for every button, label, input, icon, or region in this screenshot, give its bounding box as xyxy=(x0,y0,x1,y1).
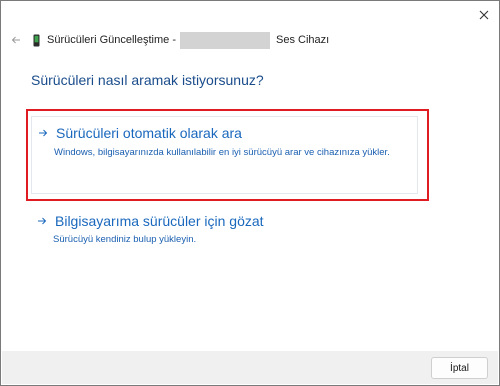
back-button[interactable] xyxy=(9,33,23,47)
dialog-title-prefix: Sürücüleri Güncelleştime - xyxy=(47,34,176,46)
dialog-title-suffix: Ses Cihazı xyxy=(276,34,330,46)
close-icon xyxy=(479,10,489,20)
arrow-right-icon xyxy=(37,217,49,225)
redacted-device-name xyxy=(180,31,270,49)
option-title: Bilgisayarıma sürücüler için gözat xyxy=(55,213,264,229)
highlight-box xyxy=(26,109,429,201)
page-question: Sürücüleri nasıl aramak istiyorsunuz? xyxy=(31,72,264,88)
dialog-header: Sürücüleri Güncelleştime - Ses Cihazı xyxy=(9,31,330,49)
cancel-button[interactable]: İptal xyxy=(431,357,488,379)
close-button[interactable] xyxy=(475,6,493,24)
back-arrow-icon xyxy=(11,36,20,44)
dialog-footer: İptal xyxy=(2,351,498,384)
option-title-row: Bilgisayarıma sürücüler için gözat xyxy=(37,213,264,229)
device-phone-icon xyxy=(32,33,41,47)
option-description: Sürücüyü kendiniz bulup yükleyin. xyxy=(53,234,197,245)
update-drivers-dialog: Sürücüleri Güncelleştime - Ses Cihazı Sü… xyxy=(0,0,500,386)
option-browse-computer[interactable]: Bilgisayarıma sürücüler için gözat Sürüc… xyxy=(31,207,418,253)
